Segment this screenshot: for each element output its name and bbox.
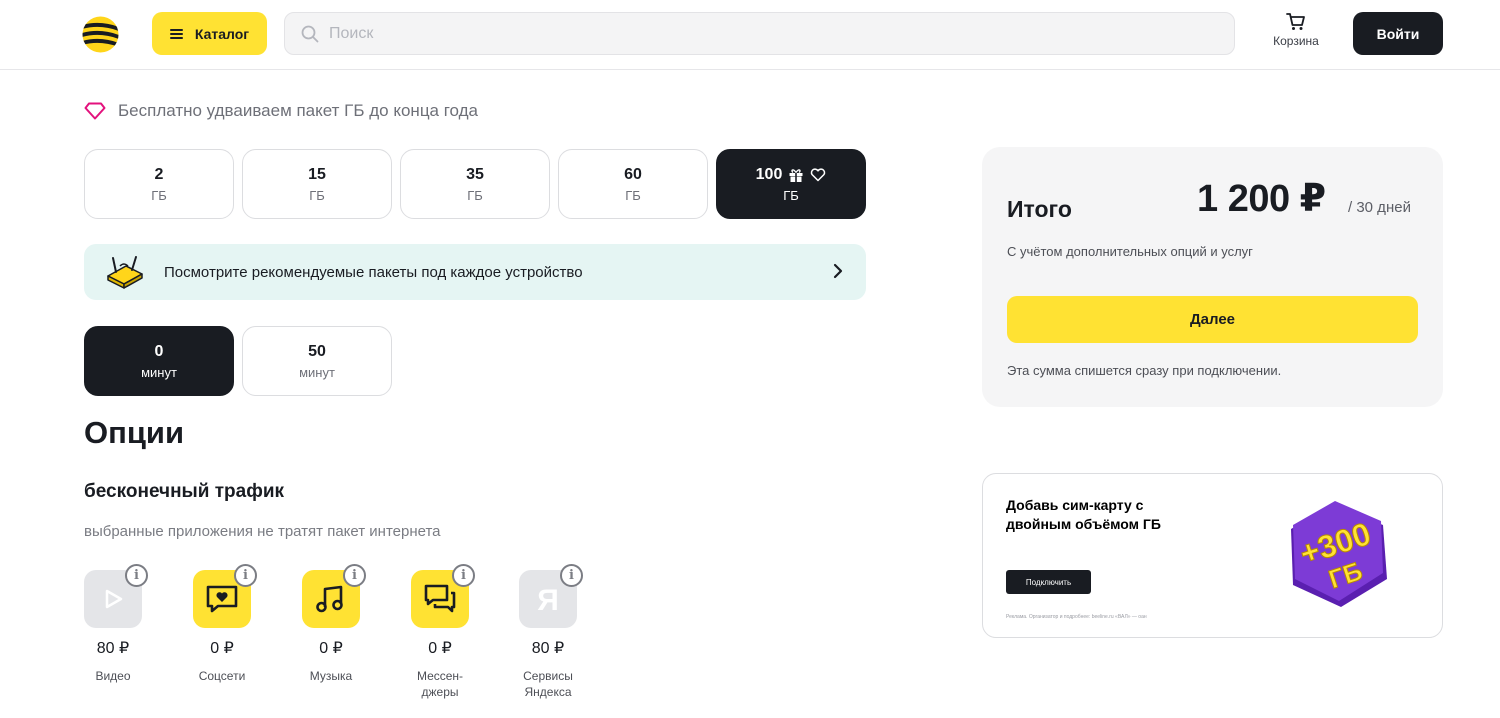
app-name: Видео xyxy=(95,669,131,683)
info-icon[interactable]: i xyxy=(452,564,475,587)
recommend-text: Посмотрите рекомендуемые пакеты под кажд… xyxy=(164,263,583,281)
gb-option-2[interactable]: 2 ГБ xyxy=(84,149,234,219)
traffic-title: бесконечный трафик xyxy=(84,481,285,502)
summary-note: С учётом дополнительных опций и услуг xyxy=(1007,244,1253,259)
search-icon xyxy=(301,25,319,42)
info-icon[interactable]: i xyxy=(560,564,583,587)
app-name: Соцсети xyxy=(198,669,246,683)
summary-period: / 30 дней xyxy=(1348,199,1411,216)
minutes-option-50[interactable]: 50 минут xyxy=(242,326,392,396)
catalog-button[interactable]: Каталог xyxy=(152,12,267,55)
minutes-value: 50 xyxy=(308,342,326,360)
summary-panel: Итого 1 200 ₽ / 30 дней С учётом дополни… xyxy=(982,147,1443,407)
social-icon: i xyxy=(193,564,257,628)
gb-unit: ГБ xyxy=(783,187,799,203)
menu-icon xyxy=(169,28,183,39)
music-icon: i xyxy=(302,564,366,628)
gb-value-row: 100 xyxy=(756,166,827,184)
catalog-label: Каталог xyxy=(194,25,250,42)
gb-unit: ГБ xyxy=(151,187,167,203)
app-name: Мессен- джеры xyxy=(416,669,464,699)
gb-value: 35 xyxy=(466,165,484,183)
recommend-banner[interactable]: Посмотрите рекомендуемые пакеты под кажд… xyxy=(84,244,866,300)
gift-icon xyxy=(789,168,803,182)
search-bar[interactable] xyxy=(284,12,1235,55)
app-option-yandex[interactable]: Я i 80 ₽ Сервисы Яндекса xyxy=(508,564,588,700)
app-option-video[interactable]: i 80 ₽ Видео xyxy=(73,564,153,684)
ad-connect-button[interactable]: Подключить xyxy=(1006,570,1091,594)
info-icon[interactable]: i xyxy=(343,564,366,587)
summary-title: Итого xyxy=(1007,196,1072,222)
summary-price: 1 200 ₽ xyxy=(1197,178,1326,220)
app-price: 0 ₽ xyxy=(428,640,452,657)
gb-unit: ГБ xyxy=(625,187,641,203)
app-option-social[interactable]: i 0 ₽ Соцсети xyxy=(182,564,262,684)
diamond-icon xyxy=(84,102,106,120)
app-price: 80 ₽ xyxy=(96,640,130,657)
yandex-icon: Я i xyxy=(519,564,583,628)
minutes-option-0[interactable]: 0 минут xyxy=(84,326,234,396)
app-name: Сервисы Яндекса xyxy=(523,669,573,699)
charge-note: Эта сумма спишется сразу при подключении… xyxy=(1007,363,1282,378)
next-button[interactable]: Далее xyxy=(1007,296,1418,343)
search-input[interactable] xyxy=(329,24,1189,43)
minutes-unit: минут xyxy=(299,364,335,380)
svg-text:Я: Я xyxy=(537,584,559,615)
minutes-value: 0 xyxy=(154,342,164,360)
gb-value: 2 xyxy=(154,165,164,183)
plus-300-gb-badge-icon: +300 ГБ xyxy=(1291,501,1387,607)
minutes-unit: минут xyxy=(141,364,177,380)
promo-line: Бесплатно удваиваем пакет ГБ до конца го… xyxy=(84,101,478,121)
gb-option-60[interactable]: 60 ГБ xyxy=(558,149,708,219)
header: Каталог Корзина Войти xyxy=(0,0,1500,70)
app-price: 0 ₽ xyxy=(210,640,234,657)
sim-ad-banner[interactable]: Добавь сим-карту с двойным объёмом ГБ По… xyxy=(982,473,1443,638)
gb-value: 100 xyxy=(755,165,783,183)
gb-value: 60 xyxy=(624,165,642,183)
chevron-right-icon xyxy=(833,263,843,279)
app-price: 80 ₽ xyxy=(531,640,565,657)
beeline-logo[interactable] xyxy=(82,16,119,53)
promo-text: Бесплатно удваиваем пакет ГБ до конца го… xyxy=(118,101,479,120)
gb-option-15[interactable]: 15 ГБ xyxy=(242,149,392,219)
messenger-icon: i xyxy=(411,564,475,628)
cart-button[interactable]: Корзина xyxy=(1266,13,1326,57)
router-icon xyxy=(107,256,143,289)
gb-value: 15 xyxy=(308,165,326,183)
app-option-messengers[interactable]: i 0 ₽ Мессен- джеры xyxy=(400,564,480,700)
login-button[interactable]: Войти xyxy=(1353,12,1443,55)
gb-unit: ГБ xyxy=(309,187,325,203)
info-icon[interactable]: i xyxy=(125,564,148,587)
info-icon[interactable]: i xyxy=(234,564,257,587)
app-option-music[interactable]: i 0 ₽ Музыка xyxy=(291,564,371,684)
heart-icon xyxy=(811,167,826,181)
gb-option-100[interactable]: 100 ГБ xyxy=(716,149,866,219)
ad-title: Добавь сим-карту с двойным объёмом ГБ xyxy=(1006,497,1161,532)
cart-icon xyxy=(1286,13,1305,30)
video-icon: i xyxy=(84,564,148,628)
gb-option-35[interactable]: 35 ГБ xyxy=(400,149,550,219)
app-price: 0 ₽ xyxy=(319,640,343,657)
cart-label: Корзина xyxy=(1273,34,1319,48)
ad-legal-text: Реклама. Организатор и подробнее: beelin… xyxy=(1006,614,1147,620)
gb-unit: ГБ xyxy=(467,187,483,203)
app-name: Музыка xyxy=(309,669,353,683)
traffic-subtitle: выбранные приложения не тратят пакет инт… xyxy=(84,523,441,540)
options-title: Опции xyxy=(84,415,185,450)
